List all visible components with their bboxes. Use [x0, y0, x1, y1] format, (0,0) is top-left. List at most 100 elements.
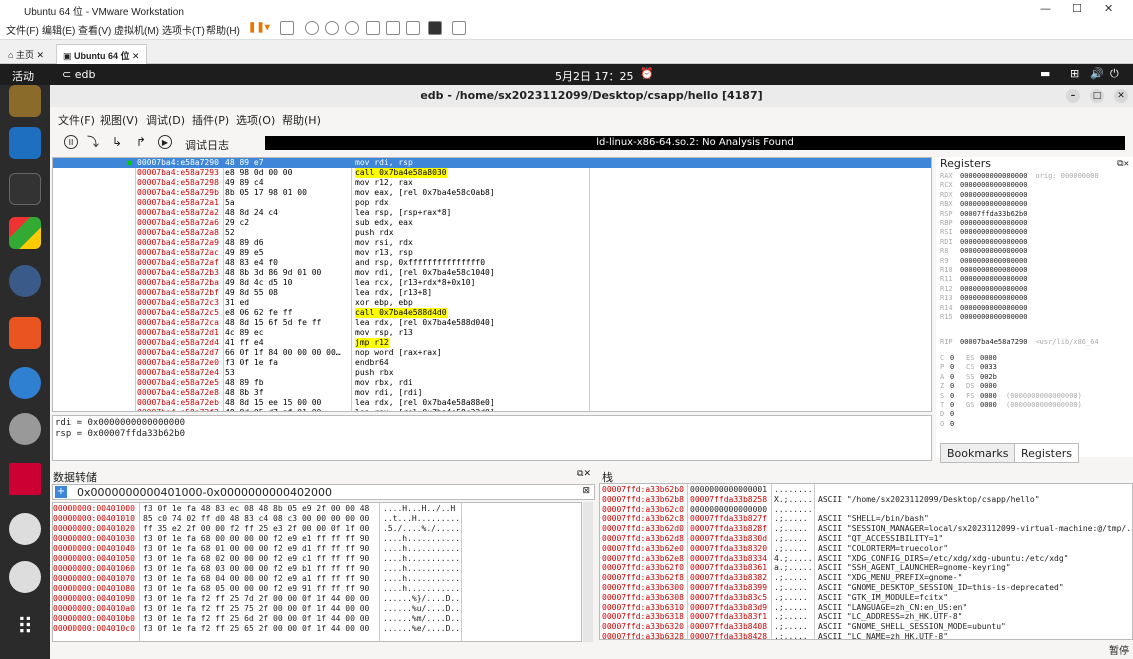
panel-float-icon[interactable]: ⧉✕ — [1117, 159, 1129, 169]
disasm-row[interactable]: 00007ba4:e58a72eb 48 8d 15 ee 15 00 00 lea… — [53, 398, 931, 408]
disasm-row[interactable]: 00007ba4:e58a72e8 48 8b 3f mov rdi, [rdi] — [53, 388, 931, 398]
vm-menu-help[interactable]: 帮助(H) — [206, 22, 240, 37]
disasm-row[interactable]: 00007ba4:e58a72c5 e8 06 62 fe ff call 0x7b… — [53, 308, 931, 318]
app-menu[interactable]: ⊂ edb — [62, 68, 95, 81]
disasm-row[interactable]: 00007ba4:e58a72c3 31 ed xor ebp, ebp — [53, 298, 931, 308]
volume-icon[interactable]: 🔊 — [1090, 67, 1104, 80]
step-into-icon[interactable]: ↳ — [110, 135, 124, 149]
disasm-row[interactable]: 00007ba4:e58a72ca 48 8d 15 6f 5d fe ff lea… — [53, 318, 931, 328]
close-icon[interactable]: ✕ — [1104, 2, 1113, 15]
disasm-row[interactable]: 00007ba4:e58a72b3 48 8b 3d 86 9d 01 00 mov… — [53, 268, 931, 278]
help-icon[interactable] — [9, 367, 41, 399]
snapshot-manager-icon[interactable] — [345, 21, 359, 35]
disasm-row[interactable]: 00007ba4:e58a72e0 f3 0f 1e fa endbr64 — [53, 358, 931, 368]
power-icon[interactable]: ⏻ — [1110, 67, 1119, 81]
menu-debug[interactable]: 调试(D) — [146, 112, 185, 128]
close-tab-icon[interactable]: ⊠ — [582, 486, 590, 496]
edb-maximize-icon[interactable]: □ — [1090, 89, 1104, 103]
thumbnail-icon[interactable] — [386, 21, 400, 35]
disasm-row[interactable]: 00007ba4:e58a72a9 48 89 d6 mov rsi, rdx — [53, 238, 931, 248]
disasm-address: 00007ba4:e58a72ba — [137, 278, 219, 287]
vm-menu-view[interactable]: 查看(V) — [78, 22, 111, 37]
run-icon[interactable]: ▶ — [158, 135, 172, 149]
step-out-icon[interactable]: ↱ — [134, 135, 148, 149]
pause-icon[interactable]: II — [64, 135, 78, 149]
settings-icon[interactable] — [9, 413, 41, 445]
tab-ubuntu[interactable]: ▣ Ubuntu 64 位 ✕ — [56, 44, 147, 64]
debug-log-button[interactable]: 调试日志 — [185, 137, 229, 153]
tab-bookmarks[interactable]: Bookmarks — [940, 443, 1016, 463]
disasm-row[interactable]: 00007ba4:e58a729b 8b 05 17 98 01 00 mov ea… — [53, 188, 931, 198]
disasm-row[interactable]: 00007ba4:e58a72a1 5a pop rdx — [53, 198, 931, 208]
apps-icon[interactable] — [9, 217, 41, 249]
maximize-icon[interactable]: ☐ — [1072, 2, 1082, 15]
dvd-icon-2[interactable] — [9, 561, 41, 593]
revert-snapshot-icon[interactable] — [325, 21, 339, 35]
dump-tab[interactable]: + 0x0000000000401000-0x0000000000402000 … — [52, 484, 595, 500]
rip-row[interactable]: RIP 00007ba4e58a7290 <usr/lib/x86_64 — [940, 337, 1099, 347]
disasm-instruction: mov rbx, rdi — [355, 378, 413, 387]
stretch-icon[interactable] — [452, 21, 466, 35]
sidebar-toggle-icon[interactable] — [366, 21, 380, 35]
rhythmbox-icon[interactable] — [9, 85, 41, 117]
send-keys-icon[interactable] — [280, 21, 294, 35]
disasm-row[interactable]: 00007ba4:e58a72a6 29 c2 sub edx, eax — [53, 218, 931, 228]
vm-menu-edit[interactable]: 编辑(E) — [42, 22, 75, 37]
disasm-bytes: 49 8d 55 08 — [225, 288, 278, 297]
terminal-icon[interactable] — [9, 173, 41, 205]
vm-menu-file[interactable]: 文件(F) — [6, 22, 39, 37]
vm-menu-vm[interactable]: 虚拟机(M) — [114, 22, 159, 37]
disasm-row[interactable]: 00007ba4:e58a72ba 49 8d 4c d5 10 lea rcx, … — [53, 278, 931, 288]
x-app-icon[interactable] — [9, 463, 41, 495]
disasm-row[interactable]: 00007ba4:e58a7298 49 89 c4 mov r12, rax — [53, 178, 931, 188]
software-center-icon[interactable] — [9, 317, 41, 349]
clock[interactable]: 5月2日 17：25 — [555, 68, 634, 84]
add-tab-icon[interactable]: + — [55, 486, 67, 498]
disasm-row[interactable]: 00007ba4:e58a72d4 41 ff e4 jmp r12 — [53, 338, 931, 348]
disasm-row[interactable]: 00007ba4:e58a72f2 48 8d 05 d7 af 01 00 lea… — [53, 408, 931, 411]
tray-icon[interactable]: ▬ — [1040, 67, 1050, 80]
minimize-icon[interactable]: — — [1040, 2, 1051, 15]
menu-options[interactable]: 选项(O) — [236, 112, 275, 128]
pause-vm-icon[interactable]: ❚❚▾ — [248, 22, 270, 33]
menu-help[interactable]: 帮助(H) — [282, 112, 321, 128]
menu-plugins[interactable]: 插件(P) — [192, 112, 229, 128]
register-row[interactable]: R15 0000000000000000 — [940, 312, 1035, 322]
flag-row[interactable]: O0 — [940, 419, 1006, 429]
snapshot-icon[interactable] — [305, 21, 319, 35]
fullscreen-icon[interactable] — [406, 21, 420, 35]
show-apps-icon[interactable]: ⠿ — [9, 615, 41, 647]
edb-close-icon[interactable]: ✕ — [1114, 89, 1128, 103]
disasm-row[interactable]: 00007ba4:e58a72d1 4c 89 ec mov rsp, r13 — [53, 328, 931, 338]
disasm-row[interactable]: 00007ba4:e58a72a2 48 8d 24 c4 lea rsp, [rs… — [53, 208, 931, 218]
disasm-instruction: mov rsi, rdx — [355, 238, 413, 247]
disasm-bytes: 31 ed — [225, 298, 250, 307]
menu-view[interactable]: 视图(V) — [100, 112, 138, 128]
menu-file[interactable]: 文件(F) — [58, 112, 95, 128]
disasm-row[interactable]: 00007ba4:e58a72bf 49 8d 55 08 lea rdx, [r1… — [53, 288, 931, 298]
dump-scrollbar[interactable] — [583, 502, 593, 642]
edb-minimize-icon[interactable]: – — [1066, 89, 1080, 103]
disasm-row[interactable]: 00007ba4:e58a72e4 53 push rbx — [53, 368, 931, 378]
disasm-row[interactable]: 00007ba4:e58a72e5 48 89 fb mov rbx, rdi — [53, 378, 931, 388]
disassembly-view[interactable]: ● 00007ba4:e58a7290 48 89 e7 mov rdi, rsp 00… — [52, 157, 932, 412]
activities-button[interactable]: 活动 — [12, 68, 34, 84]
libreoffice-writer-icon[interactable] — [9, 127, 41, 159]
network-icon[interactable]: ⊞ — [1070, 67, 1079, 80]
dump-float-icon[interactable]: ⧉✕ — [577, 469, 591, 479]
edb-icon[interactable] — [9, 265, 41, 297]
disasm-row[interactable]: 00007ba4:e58a72af 48 83 e4 f0 and rsp, 0xf… — [53, 258, 931, 268]
step-over-icon[interactable]: ⤵ — [86, 135, 100, 149]
vm-menu-tabs[interactable]: 选项卡(T) — [162, 22, 205, 37]
dvd-icon[interactable] — [9, 513, 41, 545]
tab-home[interactable]: ⌂ 主页 ✕ — [2, 44, 50, 64]
tab-registers[interactable]: Registers — [1014, 443, 1080, 463]
console-icon[interactable] — [428, 21, 442, 35]
disasm-row[interactable]: 00007ba4:e58a72d7 66 0f 1f 84 00 00 00 00… — [53, 348, 931, 358]
stack-grid[interactable]: 00007ffd:a33b62b0 0000000000000001.......… — [599, 483, 1133, 640]
dump-grid[interactable]: 00000000:00401000 f3 0f 1e fa 48 83 ec 08… — [52, 502, 582, 642]
disasm-row[interactable]: 00007ba4:e58a7293 e8 98 0d 00 00 call 0x7b… — [53, 168, 931, 178]
disasm-row[interactable]: 00007ba4:e58a72a8 52 push rdx — [53, 228, 931, 238]
disasm-row[interactable]: ● 00007ba4:e58a7290 48 89 e7 mov rdi, rsp — [53, 158, 931, 168]
disasm-row[interactable]: 00007ba4:e58a72ac 49 89 e5 mov r13, rsp — [53, 248, 931, 258]
